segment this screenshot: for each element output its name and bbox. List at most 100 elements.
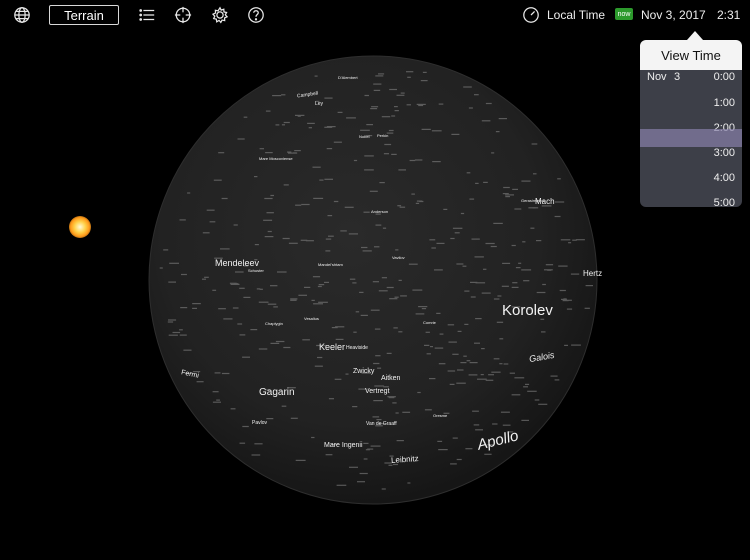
crater-label-mark [196, 381, 204, 383]
label-ley[interactable]: Ley [315, 101, 323, 107]
crater-label-mark [159, 267, 163, 269]
gear-icon[interactable] [210, 5, 230, 25]
label-gerasimovich[interactable]: Gerasimovich [521, 198, 545, 203]
terrain-button[interactable]: Terrain [49, 5, 119, 25]
crater-label-mark [511, 286, 519, 288]
crater-label-mark [230, 408, 236, 410]
list-icon[interactable] [137, 5, 157, 25]
crater-label-mark [333, 200, 339, 203]
globe-icon[interactable] [12, 5, 32, 25]
crater-label-mark [502, 262, 511, 264]
crater-label-mark [325, 454, 333, 456]
crater-label-mark [421, 128, 431, 130]
now-badge[interactable]: now [615, 8, 633, 20]
time-row-month: Nov [647, 71, 667, 83]
crater-label-mark [313, 197, 324, 199]
label-korolev[interactable]: Korolev [502, 302, 553, 319]
label-van-de-graaff[interactable]: Van de Graaff [366, 421, 397, 427]
label-comrie[interactable]: Comrie [423, 320, 436, 325]
label-vertregt[interactable]: Vertregt [365, 388, 390, 395]
crater-label-mark [362, 250, 372, 252]
crater-label-mark [237, 138, 245, 140]
label-vavilov[interactable]: Vavilov [392, 255, 405, 260]
crater-label-mark [394, 110, 399, 112]
crater-label-mark [382, 227, 387, 229]
moon-sphere[interactable] [148, 55, 598, 505]
crater-label-mark [571, 344, 581, 346]
crater-label-mark [495, 131, 500, 133]
clock-icon[interactable] [522, 6, 540, 24]
label-pavlov[interactable]: Pavlov [252, 420, 267, 426]
crater-label-mark [499, 338, 504, 340]
crater-label-mark [373, 83, 382, 85]
crater-label-mark [331, 327, 338, 329]
sun-marker[interactable] [69, 216, 91, 238]
label-gagarin[interactable]: Gagarin [259, 387, 295, 398]
crater-label-mark [242, 356, 250, 358]
label-mandelshtam[interactable]: Mandel'shtam [318, 262, 343, 267]
crater-label-mark [518, 262, 522, 264]
crater-label-mark [498, 118, 507, 120]
crater-label-mark [283, 346, 291, 349]
crater-label-mark [270, 194, 274, 197]
crater-label-mark [336, 484, 347, 486]
crater-label-mark [468, 374, 478, 376]
crater-label-mark [311, 436, 315, 439]
crater-label-mark [464, 323, 469, 325]
crater-label-mark [377, 367, 382, 369]
crater-label-mark [243, 116, 248, 118]
label-aitken[interactable]: Aitken [381, 375, 400, 382]
crater-label-mark [496, 321, 504, 323]
crater-label-mark [511, 244, 516, 247]
crater-label-mark [512, 188, 518, 190]
crater-label-mark [267, 230, 272, 233]
label-mare-moscoviense[interactable]: Mare Moscoviense [259, 156, 293, 161]
crater-label-mark [314, 365, 323, 367]
label-hertzsprung[interactable]: Hertz [583, 269, 602, 278]
crater-label-mark [373, 362, 380, 365]
time-row[interactable]: 1:00 [640, 94, 742, 114]
label-zwicky[interactable]: Zwicky [353, 368, 374, 375]
crater-label-mark [374, 246, 380, 248]
crater-label-mark [521, 269, 532, 271]
label-mare-ingenii[interactable]: Mare Ingenii [324, 442, 363, 449]
label-oresme[interactable]: Oresme [433, 413, 447, 418]
crater-label-mark [265, 110, 271, 112]
label-heaviside[interactable]: Heaviside [346, 345, 368, 351]
crater-label-mark [398, 169, 406, 171]
local-time-label[interactable]: Local Time [547, 8, 605, 22]
crater-label-mark [266, 418, 274, 420]
label-vesalius[interactable]: Vesalius [304, 316, 319, 321]
label-mendeleev[interactable]: Mendeleev [215, 258, 259, 268]
time-row[interactable]: 3:00 [640, 144, 742, 164]
label-keeler[interactable]: Keeler [319, 342, 345, 352]
crater-label-mark [363, 442, 369, 444]
crosshair-icon[interactable] [173, 5, 193, 25]
crater-label-mark [213, 179, 222, 181]
time-row[interactable]: 4:00 [640, 169, 742, 189]
label-schuster[interactable]: Schuster [248, 268, 264, 273]
crater-label-mark [512, 282, 518, 284]
label-chaplygin[interactable]: Chaplygin [265, 321, 283, 326]
moon-globe[interactable] [148, 55, 598, 505]
crater-label-mark [179, 219, 186, 221]
help-icon[interactable] [246, 5, 266, 25]
label-nobel[interactable]: Nobel [359, 134, 369, 139]
current-date[interactable]: Nov 3, 2017 [641, 8, 706, 22]
crater-label-mark [493, 358, 500, 360]
crater-label-mark [324, 97, 333, 99]
label-anderson[interactable]: Anderson [371, 209, 388, 214]
label-perkin[interactable]: Perkin [377, 133, 388, 138]
label-leibnitz[interactable]: Leibnitz [391, 454, 419, 465]
label-dalembert[interactable]: D'Alembert [338, 75, 358, 80]
view-time-list[interactable]: Nov 3 0:00 1:00 2:00 3:00 4:00 5:00 [640, 70, 742, 207]
time-row[interactable]: Nov 3 0:00 [640, 70, 742, 90]
crater-label-mark [464, 290, 470, 292]
crater-label-mark [386, 352, 392, 354]
time-row[interactable]: 5:00 [640, 194, 742, 207]
crater-label-mark [447, 370, 456, 372]
crater-label-mark [298, 294, 307, 296]
crater-label-mark [169, 262, 179, 264]
crater-label-mark [392, 402, 397, 404]
current-time[interactable]: 2:31 [717, 8, 740, 22]
